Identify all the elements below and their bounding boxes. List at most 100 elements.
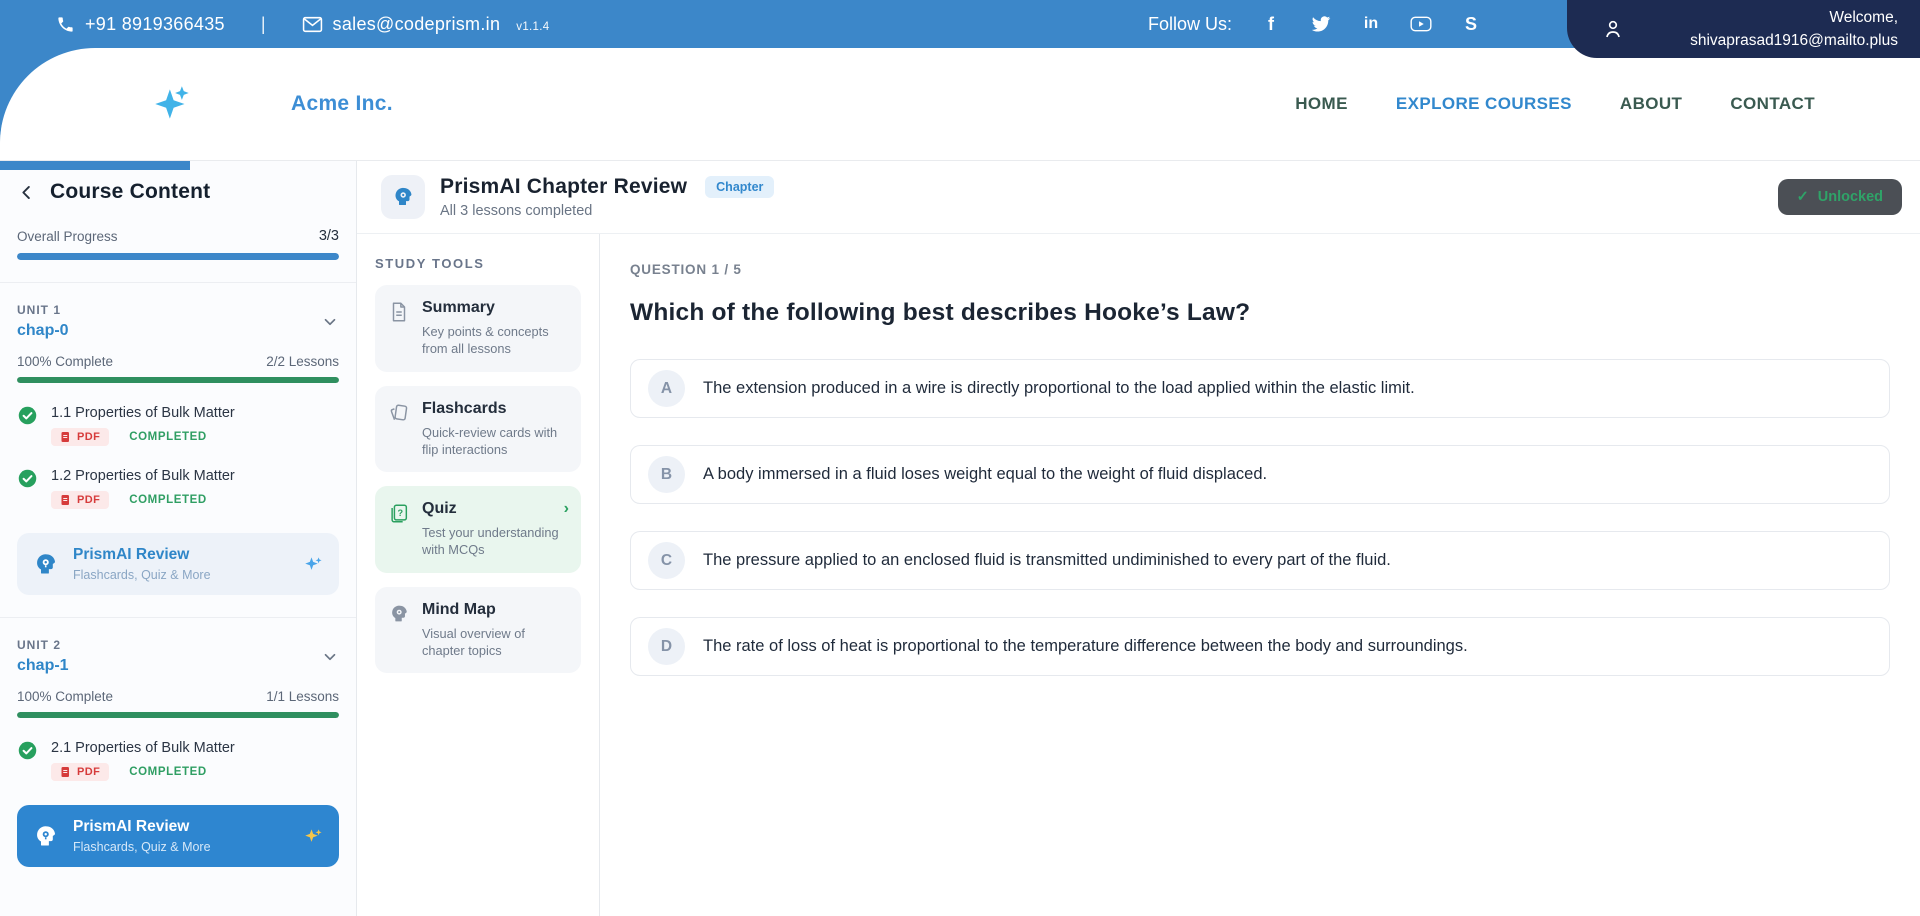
option-b[interactable]: B A body immersed in a fluid loses weigh…	[630, 445, 1890, 504]
chapter-header: PrismAI Chapter Review Chapter All 3 les…	[357, 160, 1920, 234]
question-counter: QUESTION 1 / 5	[630, 262, 1890, 277]
linkedin-icon[interactable]: in	[1360, 13, 1382, 35]
pdf-file-icon	[60, 766, 72, 778]
prismai-review-card-unit-2-selected[interactable]: PrismAI Review Flashcards, Quiz & More	[17, 805, 339, 867]
prismai-review-card-unit-1[interactable]: PrismAI Review Flashcards, Quiz & More	[17, 533, 339, 595]
youtube-icon[interactable]	[1410, 13, 1432, 35]
svg-text:?: ?	[397, 508, 403, 518]
unit-1-progress-bar	[17, 377, 339, 383]
site-header: Acme Inc. HOME EXPLORE COURSES ABOUT CON…	[0, 48, 1920, 160]
main-area: Course Content Overall Progress 3/3 UNIT…	[0, 160, 1920, 916]
mail-icon	[302, 16, 323, 33]
check-circle-icon	[17, 405, 38, 446]
brand-logo[interactable]	[150, 81, 196, 127]
tool-title: Quiz	[422, 500, 562, 518]
unit-2-title: chap-1	[17, 657, 69, 675]
unlocked-label: Unlocked	[1818, 189, 1883, 205]
option-letter: A	[648, 370, 685, 407]
facebook-icon[interactable]: f	[1260, 13, 1282, 35]
back-chevron-icon[interactable]	[17, 183, 36, 202]
course-content-sidebar: Course Content Overall Progress 3/3 UNIT…	[0, 160, 357, 916]
user-welcome-panel: Welcome, shivaprasad1916@mailto.plus	[1567, 0, 1920, 58]
email-address: sales@codeprism.in	[333, 14, 501, 35]
study-tools-panel: STUDY TOOLS Summary Key points & concept…	[357, 234, 600, 916]
tool-title: Summary	[422, 299, 562, 317]
option-letter: D	[648, 628, 685, 665]
chapter-subtitle: All 3 lessons completed	[440, 203, 774, 219]
unit-2-lessons-count: 1/1 Lessons	[266, 689, 339, 704]
unit-2-kicker: UNIT 2	[17, 638, 69, 652]
mind-map-icon	[388, 603, 410, 660]
status-badge: COMPLETED	[129, 766, 207, 778]
ai-card-title: PrismAI Review	[73, 818, 211, 836]
sparkle-logo-icon	[150, 81, 196, 127]
phone-contact[interactable]: +91 8919366435	[56, 14, 225, 35]
unit-1-header[interactable]: UNIT 1 chap-0	[17, 303, 339, 340]
document-icon	[388, 301, 410, 358]
option-d[interactable]: D The rate of loss of heat is proportion…	[630, 617, 1890, 676]
lesson-item-1-2[interactable]: 1.2 Properties of Bulk Matter PDF COMPLE…	[17, 468, 339, 509]
ai-card-title: PrismAI Review	[73, 546, 211, 564]
answer-options: A The extension produced in a wire is di…	[630, 359, 1890, 676]
tool-description: Key points & concepts from all lessons	[422, 323, 562, 358]
pdf-badge: PDF	[51, 428, 109, 446]
quiz-panel: QUESTION 1 / 5 Which of the following be…	[600, 234, 1920, 916]
sparkle-icon	[304, 554, 324, 574]
tool-card-mind-map[interactable]: Mind Map Visual overview of chapter topi…	[375, 587, 581, 674]
check-circle-icon	[17, 468, 38, 509]
version-label: v1.1.4	[516, 21, 549, 35]
lesson-item-2-1[interactable]: 2.1 Properties of Bulk Matter PDF COMPLE…	[17, 740, 339, 781]
option-c[interactable]: C The pressure applied to an enclosed fl…	[630, 531, 1890, 590]
unit-1-title: chap-0	[17, 322, 69, 340]
ai-head-icon	[32, 823, 59, 850]
nav-explore-courses[interactable]: EXPLORE COURSES	[1396, 94, 1572, 114]
unit-2-percent: 100% Complete	[17, 689, 113, 704]
app-window: +91 8919366435 | sales@codeprism.in v1.1…	[0, 0, 1920, 916]
tool-description: Test your understanding with MCQs	[422, 524, 562, 559]
overall-progress-label: Overall Progress	[17, 229, 118, 244]
nav-contact[interactable]: CONTACT	[1730, 94, 1815, 114]
overall-progress-bar	[17, 253, 339, 260]
chevron-down-icon[interactable]	[321, 648, 339, 666]
ai-head-icon	[32, 551, 59, 578]
welcome-message: Welcome, shivaprasad1916@mailto.plus	[1690, 6, 1920, 53]
option-text: The extension produced in a wire is dire…	[703, 379, 1415, 398]
option-letter: B	[648, 456, 685, 493]
email-contact[interactable]: sales@codeprism.in v1.1.4	[302, 14, 550, 35]
chevron-right-icon: ›	[564, 500, 569, 518]
brand-name[interactable]: Acme Inc.	[291, 92, 393, 116]
chapter-icon-box	[381, 175, 425, 219]
unit-2-progress-bar	[17, 712, 339, 718]
sidebar-title: Course Content	[50, 180, 210, 204]
skype-icon[interactable]: S	[1460, 13, 1482, 35]
topbar-separator: |	[261, 14, 266, 35]
tool-card-summary[interactable]: Summary Key points & concepts from all l…	[375, 285, 581, 372]
question-text: Which of the following best describes Ho…	[630, 299, 1890, 327]
option-a[interactable]: A The extension produced in a wire is di…	[630, 359, 1890, 418]
nav-about[interactable]: ABOUT	[1620, 94, 1682, 114]
flashcards-icon	[388, 402, 410, 459]
sidebar-divider	[0, 282, 356, 283]
check-icon: ✓	[1797, 189, 1809, 205]
status-badge: COMPLETED	[129, 431, 207, 443]
overall-progress-count: 3/3	[319, 228, 339, 244]
chevron-down-icon[interactable]	[321, 313, 339, 331]
unit-1-kicker: UNIT 1	[17, 303, 69, 317]
nav-home[interactable]: HOME	[1295, 94, 1348, 114]
welcome-greeting: Welcome,	[1690, 6, 1898, 29]
unit-1-lessons-count: 2/2 Lessons	[266, 354, 339, 369]
tool-description: Quick-review cards with flip interaction…	[422, 424, 562, 459]
unlocked-button[interactable]: ✓ Unlocked	[1778, 179, 1902, 215]
tool-card-flashcards[interactable]: Flashcards Quick-review cards with flip …	[375, 386, 581, 473]
content-column: PrismAI Chapter Review Chapter All 3 les…	[357, 160, 1920, 916]
pdf-badge: PDF	[51, 491, 109, 509]
chapter-title: PrismAI Chapter Review	[440, 175, 687, 199]
follow-us-label: Follow Us:	[1148, 14, 1232, 35]
user-icon[interactable]	[1601, 17, 1625, 41]
lesson-item-1-1[interactable]: 1.1 Properties of Bulk Matter PDF COMPLE…	[17, 405, 339, 446]
unit-2-header[interactable]: UNIT 2 chap-1	[17, 638, 339, 675]
phone-number: +91 8919366435	[85, 14, 225, 35]
twitter-icon[interactable]	[1310, 13, 1332, 35]
tool-card-quiz[interactable]: ? Quiz Test your understanding with MCQs…	[375, 486, 581, 573]
status-badge: COMPLETED	[129, 494, 207, 506]
